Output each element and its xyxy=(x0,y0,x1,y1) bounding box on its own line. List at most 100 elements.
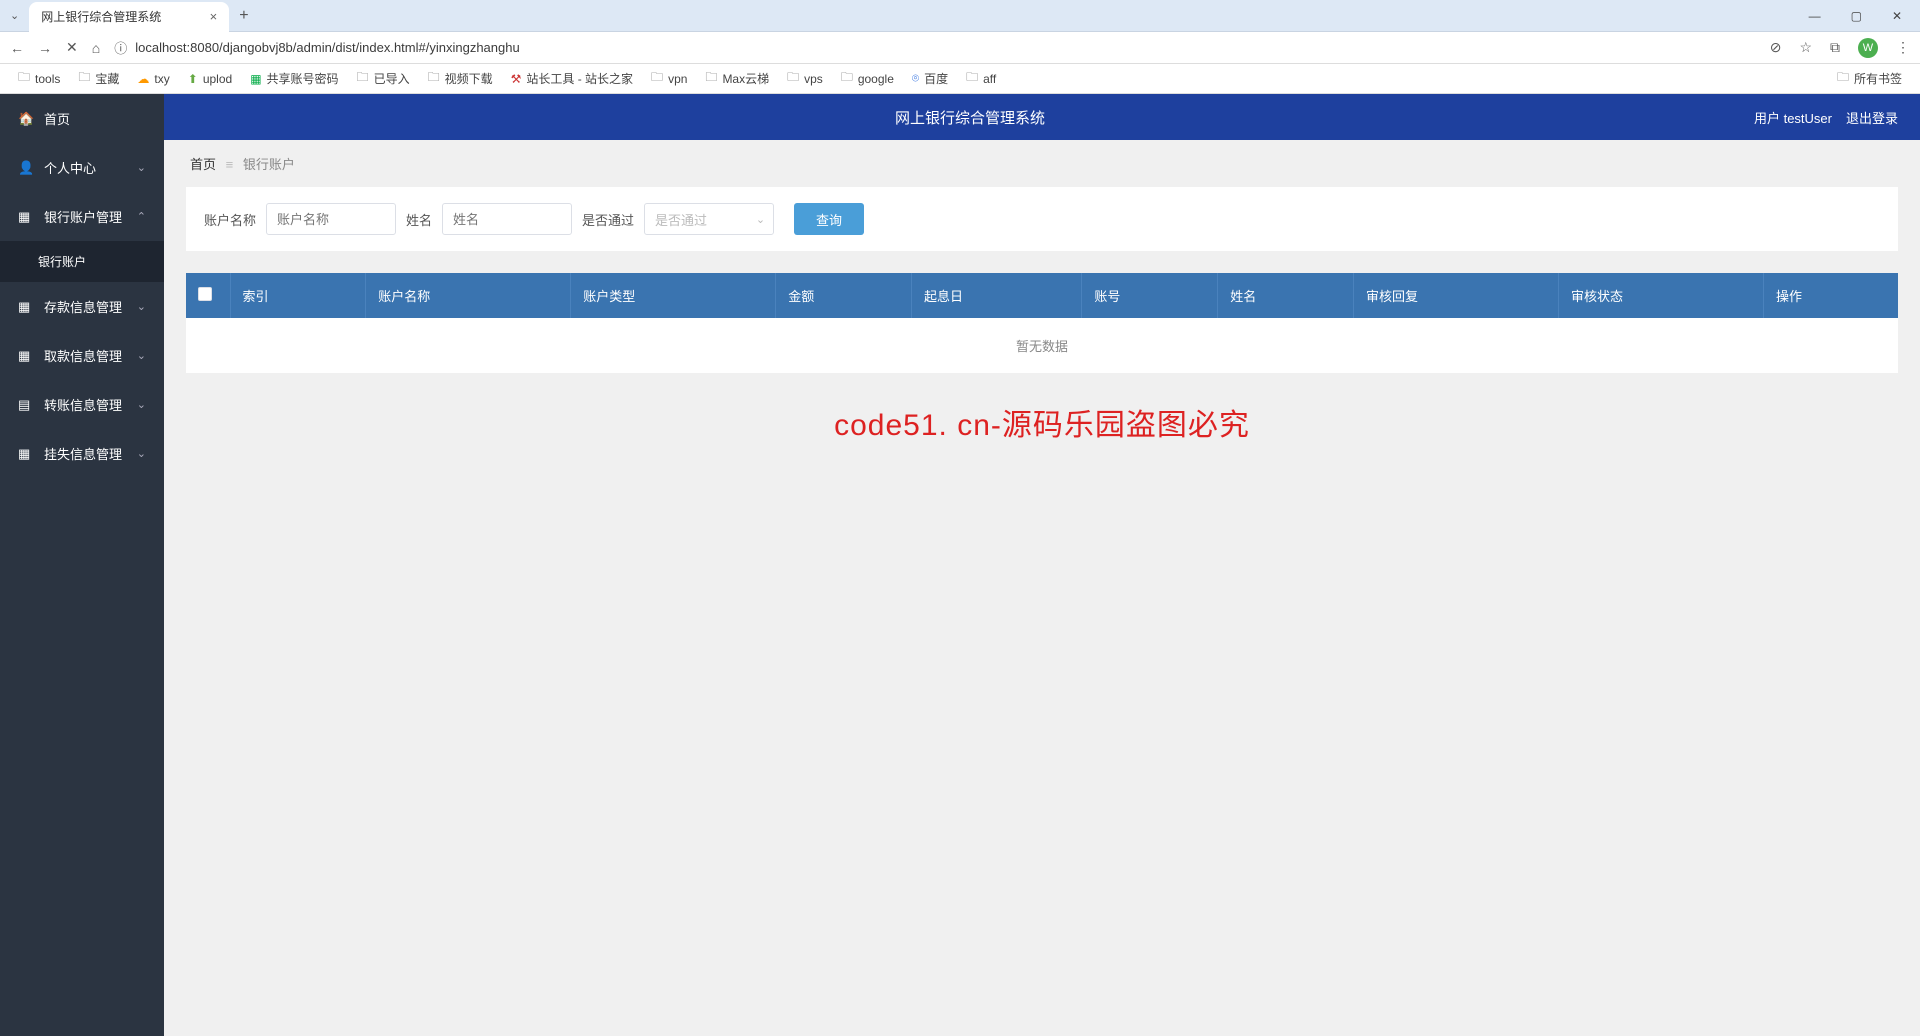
bookmark-item[interactable]: 🗀vpn xyxy=(645,64,693,93)
search-panel: 账户名称 姓名 是否通过 是否通过 ⌄ 查询 xyxy=(186,187,1898,251)
watermark: code51. cn-源码乐园盗图必究 xyxy=(834,400,1250,444)
browser-tab[interactable]: 网上银行综合管理系统 × xyxy=(29,2,229,32)
grid-icon: ▦ xyxy=(18,299,32,315)
forward-icon[interactable]: → xyxy=(38,40,52,56)
col-start-date: 起息日 xyxy=(912,273,1082,318)
minimize-icon[interactable]: — xyxy=(1809,9,1821,23)
sidebar-item-loss[interactable]: ▦ 挂失信息管理 ⌄ xyxy=(0,429,164,478)
data-table: 索引 账户名称 账户类型 金额 起息日 账号 姓名 审核回复 审核状态 操作 xyxy=(186,273,1898,373)
bookmark-item[interactable]: 🗀Max云梯 xyxy=(699,64,775,93)
sheet-icon: ▦ xyxy=(250,72,261,86)
chevron-down-icon: ⌄ xyxy=(137,161,146,174)
sidebar-item-account-mgmt[interactable]: ▦ 银行账户管理 ⌃ xyxy=(0,192,164,241)
folder-icon: 🗀 xyxy=(705,68,717,89)
folder-icon: 🗀 xyxy=(966,68,978,89)
all-bookmarks[interactable]: 🗀所有书签 xyxy=(1831,64,1908,93)
sidebar-item-label: 存款信息管理 xyxy=(44,297,122,316)
bookmark-item[interactable]: ⬆uplod xyxy=(182,68,238,90)
app-title: 网上银行综合管理系统 xyxy=(186,107,1754,128)
tab-title: 网上银行综合管理系统 xyxy=(41,8,161,25)
chevron-down-icon: ⌄ xyxy=(137,447,146,460)
select-all-header[interactable] xyxy=(186,273,230,318)
folder-icon: 🗀 xyxy=(78,68,90,89)
sidebar-item-label: 首页 xyxy=(44,109,70,128)
stop-icon[interactable]: ✕ xyxy=(66,39,78,56)
folder-icon: 🗀 xyxy=(787,68,799,89)
select-placeholder: 是否通过 xyxy=(655,210,707,229)
empty-text: 暂无数据 xyxy=(186,318,1898,373)
name-input[interactable] xyxy=(442,203,572,235)
bookmark-item[interactable]: 🗀宝藏 xyxy=(72,64,125,93)
bookmark-bar: 🗀tools 🗀宝藏 ☁txy ⬆uplod ▦共享账号密码 🗀已导入 🗀视频下… xyxy=(0,64,1920,94)
logout-link[interactable]: 退出登录 xyxy=(1846,108,1898,127)
query-button[interactable]: 查询 xyxy=(794,203,864,235)
tool-icon: ⚒ xyxy=(511,72,522,86)
main-content: 网上银行综合管理系统 用户 testUser 退出登录 首页 ≡ 银行账户 账户… xyxy=(164,94,1920,1036)
breadcrumb-current: 银行账户 xyxy=(243,157,295,172)
bookmark-item[interactable]: 🗀tools xyxy=(12,64,66,93)
grid-icon: ▦ xyxy=(18,348,32,364)
sidebar-item-label: 银行账户 xyxy=(38,255,86,269)
close-icon[interactable]: × xyxy=(210,9,218,24)
account-name-input[interactable] xyxy=(266,203,396,235)
sidebar-item-label: 挂失信息管理 xyxy=(44,444,122,463)
baidu-icon: ⌾ xyxy=(912,71,919,86)
site-info-icon[interactable]: ⓘ xyxy=(114,38,127,57)
chevron-up-icon: ⌃ xyxy=(137,210,146,223)
breadcrumb-separator: ≡ xyxy=(226,157,234,172)
cloud-icon: ☁ xyxy=(137,72,149,86)
checkbox-icon[interactable] xyxy=(198,287,212,301)
app-header: 网上银行综合管理系统 用户 testUser 退出登录 xyxy=(164,94,1920,140)
col-account-name: 账户名称 xyxy=(366,273,571,318)
sidebar-submenu-account[interactable]: 银行账户 xyxy=(0,241,164,282)
col-review-reply: 审核回复 xyxy=(1353,273,1558,318)
bookmark-item[interactable]: ☁txy xyxy=(131,68,175,90)
col-amount: 金额 xyxy=(776,273,912,318)
col-account-no: 账号 xyxy=(1082,273,1218,318)
folder-icon: 🗀 xyxy=(1837,68,1849,89)
sidebar-item-withdraw[interactable]: ▦ 取款信息管理 ⌄ xyxy=(0,331,164,380)
col-index: 索引 xyxy=(230,273,366,318)
approved-label: 是否通过 xyxy=(582,210,634,229)
extensions-icon[interactable]: ⧉ xyxy=(1830,39,1840,56)
url-text: localhost:8080/djangobvj8b/admin/dist/in… xyxy=(135,40,519,55)
close-window-icon[interactable]: ✕ xyxy=(1892,9,1902,23)
bookmark-item[interactable]: 🗀aff xyxy=(960,64,1002,93)
approved-select[interactable]: 是否通过 ⌄ xyxy=(644,203,774,235)
address-bar[interactable]: ⓘ localhost:8080/djangobvj8b/admin/dist/… xyxy=(114,38,1756,57)
message-icon: ▤ xyxy=(18,397,32,413)
back-icon[interactable]: ← xyxy=(10,40,24,56)
profile-avatar[interactable]: W xyxy=(1858,38,1878,58)
name-label: 姓名 xyxy=(406,210,432,229)
bookmark-item[interactable]: ⌾百度 xyxy=(906,66,954,91)
bookmark-item[interactable]: ⚒站长工具 - 站长之家 xyxy=(505,66,639,91)
bookmark-item[interactable]: 🗀已导入 xyxy=(351,64,416,93)
sidebar-item-transfer[interactable]: ▤ 转账信息管理 ⌄ xyxy=(0,380,164,429)
maximize-icon[interactable]: ▢ xyxy=(1851,9,1862,23)
home-icon[interactable]: ⌂ xyxy=(92,40,100,56)
table-empty-row: 暂无数据 xyxy=(186,318,1898,373)
chevron-down-icon: ⌄ xyxy=(137,398,146,411)
bookmark-item[interactable]: ▦共享账号密码 xyxy=(244,66,344,91)
user-label: 用户 testUser xyxy=(1754,108,1832,127)
bookmark-item[interactable]: 🗀vps xyxy=(781,64,829,93)
tab-dropdown-icon[interactable]: ⌄ xyxy=(0,9,29,22)
col-account-type: 账户类型 xyxy=(571,273,776,318)
browser-toolbar: ← → ✕ ⌂ ⓘ localhost:8080/djangobvj8b/adm… xyxy=(0,32,1920,64)
chevron-down-icon: ⌄ xyxy=(756,213,765,226)
folder-icon: 🗀 xyxy=(357,68,369,89)
bookmark-item[interactable]: 🗀google xyxy=(835,64,900,93)
breadcrumb-home[interactable]: 首页 xyxy=(190,157,216,172)
bookmark-item[interactable]: 🗀视频下载 xyxy=(422,64,499,93)
sidebar-item-profile[interactable]: 👤 个人中心 ⌄ xyxy=(0,143,164,192)
password-icon[interactable]: ⊘ xyxy=(1770,39,1782,56)
menu-icon[interactable]: ⋮ xyxy=(1896,39,1910,56)
chevron-down-icon: ⌄ xyxy=(137,349,146,362)
sidebar: 🏠 首页 👤 个人中心 ⌄ ▦ 银行账户管理 ⌃ 银行账户 ▦ 存款信息管理 ⌄… xyxy=(0,94,164,1036)
sidebar-item-deposit[interactable]: ▦ 存款信息管理 ⌄ xyxy=(0,282,164,331)
sidebar-item-label: 取款信息管理 xyxy=(44,346,122,365)
bookmark-icon[interactable]: ☆ xyxy=(1799,39,1812,56)
sidebar-item-home[interactable]: 🏠 首页 xyxy=(0,94,164,143)
folder-icon: 🗀 xyxy=(428,68,440,89)
new-tab-button[interactable]: + xyxy=(229,7,258,25)
